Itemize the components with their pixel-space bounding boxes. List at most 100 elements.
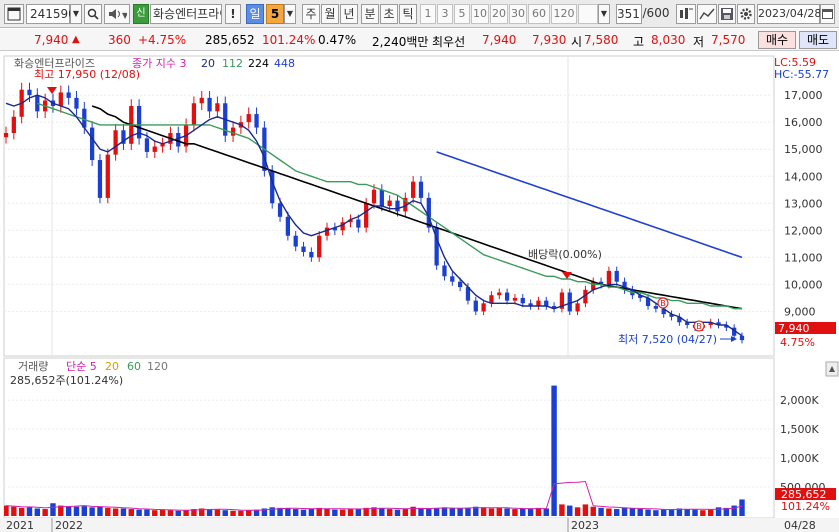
sound-button[interactable]: ▼ <box>104 4 130 24</box>
period-value-field[interactable]: 5 <box>266 4 284 24</box>
volume-bar <box>488 508 495 516</box>
period-5-button[interactable]: 5 <box>454 4 470 24</box>
volume-bar <box>105 507 111 516</box>
volume-bar <box>379 508 385 516</box>
volume-bar <box>159 509 166 516</box>
candle-body <box>606 270 612 285</box>
candle-body <box>387 200 392 206</box>
ma20-period-label: 20 <box>201 57 215 70</box>
period-1-button[interactable]: 1 <box>420 4 436 24</box>
candle-body <box>504 292 510 301</box>
mode-year-button[interactable]: 년 <box>340 4 358 24</box>
candle-body <box>246 114 251 123</box>
volume-bar <box>551 385 557 516</box>
price-tick-label: 15,000 <box>784 143 823 156</box>
volume-bar <box>441 507 448 516</box>
alert-button[interactable]: ! <box>225 4 241 24</box>
price-ma-label: 종가 지수 3 <box>132 57 186 70</box>
volume-bar <box>26 507 33 516</box>
candle-body <box>520 297 525 304</box>
mode-month-button[interactable]: 월 <box>321 4 339 24</box>
candle-body <box>473 300 478 312</box>
drawing-tool-button[interactable] <box>697 4 717 24</box>
candle-body <box>74 97 79 109</box>
current-price-tag-value: 7,940 <box>778 322 810 335</box>
candle-body <box>254 114 259 128</box>
date-dropdown[interactable] <box>820 4 835 24</box>
volume-bar <box>684 509 690 516</box>
candle-body <box>497 292 502 296</box>
chart-menu-icon[interactable] <box>4 4 24 24</box>
volume-bar <box>285 508 291 516</box>
price-tick-label: 10,000 <box>784 278 823 291</box>
search-button[interactable] <box>84 4 102 24</box>
volume-bar <box>715 507 722 516</box>
stock-name-field[interactable]: 화승엔터프라이즈 <box>150 4 222 24</box>
candle-body <box>653 306 659 309</box>
volume-bar <box>418 507 424 516</box>
period-day-button[interactable]: 일 <box>246 4 264 24</box>
stock-code-input[interactable]: 241590 <box>26 4 76 24</box>
volume-ratio: 101.24% <box>262 33 316 47</box>
best-bid-price: 7,930 <box>532 33 567 47</box>
mode-week-button[interactable]: 주 <box>302 4 320 24</box>
buy-button[interactable]: 매수 <box>758 31 796 49</box>
mode-tick-button[interactable]: 틱 <box>399 4 417 24</box>
volume-bar <box>574 507 581 516</box>
candle-body <box>512 297 518 301</box>
x-label-2022: 2022 <box>55 519 83 532</box>
candle-body <box>97 160 103 198</box>
volume-bar <box>308 508 315 516</box>
candle-body <box>324 227 330 236</box>
period-10-button[interactable]: 10 <box>471 4 489 24</box>
sell-button[interactable]: 매도 <box>799 31 837 49</box>
candle-body <box>66 92 71 98</box>
volume-bar <box>426 509 432 516</box>
quote-bar: 7,940 ▲ 360 +4.75% 285,652 101.24% 0.47%… <box>0 29 839 51</box>
volume-bar <box>543 508 549 516</box>
code-dropdown-button[interactable]: ▼ <box>70 4 82 24</box>
period-120-button[interactable]: 120 <box>551 4 577 24</box>
best-ask-price: 7,940 <box>482 33 517 47</box>
period-custom-field[interactable] <box>578 4 598 24</box>
vol-ma120-label: 120 <box>147 360 168 373</box>
volume-bar <box>707 509 714 516</box>
volume-bar <box>269 507 275 516</box>
indicator-icon <box>680 8 693 19</box>
save-button[interactable] <box>718 4 736 24</box>
bar-count-input[interactable]: 351 <box>616 4 642 24</box>
period-60-button[interactable]: 60 <box>528 4 550 24</box>
volume-bar <box>152 510 158 516</box>
price-tick-label: 12,000 <box>784 224 823 237</box>
price-change-pct: +4.75% <box>138 33 187 47</box>
price-tick-label: 9,000 <box>784 305 816 318</box>
volume-tick-label: 1,500K <box>780 423 819 436</box>
price-tick-label: 17,000 <box>784 89 823 102</box>
volume-bar <box>73 506 80 516</box>
volume-bar <box>512 509 518 516</box>
volume-bar <box>112 508 119 516</box>
date-input[interactable]: 2023/04/28 <box>757 4 821 24</box>
period-value-dropdown[interactable]: ▼ <box>284 4 296 24</box>
period-20-button[interactable]: 20 <box>490 4 508 24</box>
mode-second-button[interactable]: 초 <box>380 4 398 24</box>
b-marker-2: B <box>693 320 705 332</box>
candle-body <box>371 189 377 204</box>
mode-minute-button[interactable]: 분 <box>361 4 379 24</box>
volume-bar <box>128 509 134 516</box>
volume-bar <box>42 509 48 516</box>
period-custom-dropdown[interactable]: ▼ <box>598 4 610 24</box>
settings-button[interactable] <box>737 4 755 24</box>
svg-text:▼: ▼ <box>122 11 127 20</box>
period-30-button[interactable]: 30 <box>509 4 527 24</box>
period-3-button[interactable]: 3 <box>437 4 453 24</box>
volume-bar <box>246 510 252 516</box>
price-axis: 9,000 10,000 11,000 12,000 13,000 14,000 15,00… <box>784 89 823 318</box>
stock-chart[interactable]: 9,000 10,000 11,000 12,000 13,000 14,000 15,00… <box>0 52 839 532</box>
candle-body <box>58 92 63 106</box>
volume-bar <box>206 509 213 516</box>
volume-bar <box>402 509 409 516</box>
volume-bar <box>637 509 643 516</box>
indicator-button[interactable] <box>676 4 696 24</box>
candle-body <box>301 246 306 252</box>
